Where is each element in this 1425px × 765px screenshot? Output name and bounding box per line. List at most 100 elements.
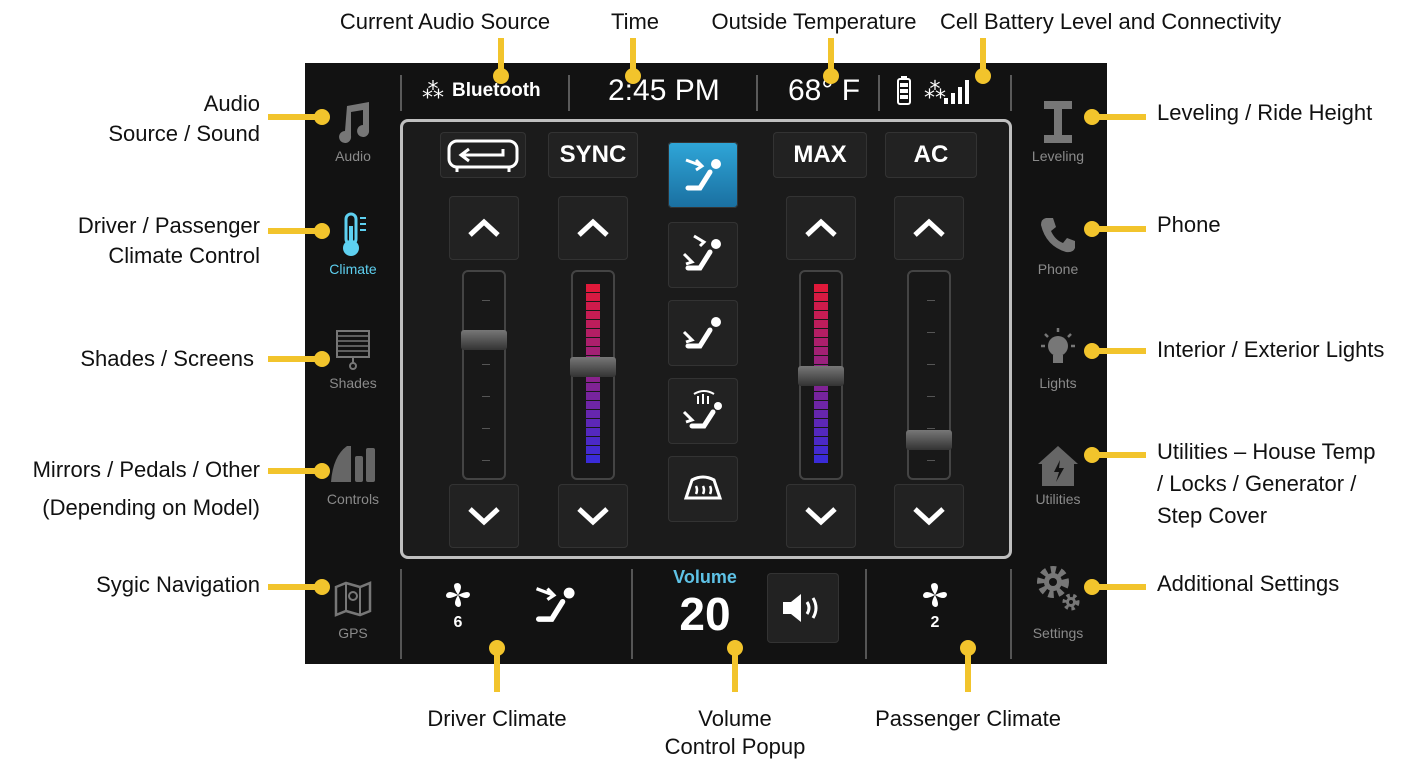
passenger-temp-down-button[interactable] — [786, 484, 856, 548]
temp-level-segment — [586, 419, 600, 427]
battery-icon — [897, 76, 911, 105]
passenger-fan-up-button[interactable] — [894, 196, 964, 260]
svg-text:⁂: ⁂ — [924, 79, 946, 104]
audio-source-status[interactable]: ⁂ Bluetooth — [422, 63, 541, 119]
chevron-up-icon — [468, 218, 500, 237]
slider-tick — [482, 396, 490, 397]
fan-icon — [923, 583, 947, 607]
slider-tick — [482, 364, 490, 365]
nav-label: Audio — [335, 148, 371, 164]
divider — [631, 569, 633, 659]
passenger-fan-slider[interactable] — [906, 270, 952, 480]
driver-fan-up-button[interactable] — [449, 196, 519, 260]
slider-tick — [927, 364, 935, 365]
temp-level-segment — [586, 311, 600, 319]
passenger-climate-fan[interactable]: 2 — [915, 581, 955, 632]
sync-button[interactable]: SYNC — [548, 132, 638, 178]
clock: 2:45 PM — [608, 74, 720, 107]
callout-additional-settings: Additional Settings — [1157, 571, 1340, 596]
nav-audio[interactable]: Audio — [305, 98, 401, 164]
slider-thumb[interactable] — [570, 357, 616, 377]
face-vent-icon — [535, 587, 575, 622]
shade-icon — [335, 325, 371, 373]
chevron-up-icon — [577, 218, 609, 237]
temp-level-segment — [586, 383, 600, 391]
passenger-temp-up-button[interactable] — [786, 196, 856, 260]
passenger-temp-slider[interactable] — [798, 270, 844, 480]
mode-face-button[interactable] — [668, 142, 738, 208]
temp-level-segment — [586, 320, 600, 328]
callout-volume-line2: Control Popup — [664, 734, 806, 759]
slider-tick — [927, 460, 935, 461]
thermometer-icon — [338, 211, 368, 259]
signal-icon: ⁂ — [924, 79, 969, 104]
temp-level-segment — [586, 293, 600, 301]
temp-level-segment — [814, 419, 828, 427]
mode-defrost-button[interactable] — [668, 456, 738, 522]
slider-thumb[interactable] — [906, 430, 952, 450]
mode-floor-button[interactable] — [668, 300, 738, 366]
slider-thumb[interactable] — [461, 330, 507, 350]
chevron-down-icon — [913, 507, 945, 526]
slider-tick — [927, 396, 935, 397]
temp-level-segment — [814, 401, 828, 409]
volume-label: Volume — [673, 567, 737, 587]
nav-label: Settings — [1032, 625, 1084, 641]
divider — [865, 569, 867, 659]
music-note-icon — [333, 98, 373, 146]
face-floor-vent-icon — [682, 234, 721, 271]
chevron-up-icon — [805, 218, 837, 237]
ac-button[interactable]: AC — [885, 132, 977, 178]
driver-fan-slider[interactable] — [461, 270, 507, 480]
temp-level-segment — [814, 320, 828, 328]
volume-button[interactable] — [767, 573, 839, 643]
nav-label: Shades — [329, 375, 377, 391]
mode-face-floor-button[interactable] — [668, 222, 738, 288]
temp-level-segment — [586, 437, 600, 445]
temp-level-segment — [586, 329, 600, 337]
mode-defrost-floor-button[interactable] — [668, 378, 738, 444]
nav-label: Lights — [1039, 375, 1077, 391]
nav-climate[interactable]: Climate — [305, 211, 401, 277]
callout-mirrors-line1: Mirrors / Pedals / Other — [32, 457, 260, 482]
divider — [878, 75, 880, 111]
temp-level-segment — [586, 284, 600, 292]
max-button[interactable]: MAX — [773, 132, 867, 178]
callout-leveling: Leveling / Ride Height — [1157, 100, 1373, 125]
driver-airflow-indicator[interactable] — [530, 579, 580, 636]
divider — [400, 569, 402, 659]
slider-tick — [482, 460, 490, 461]
face-vent-icon — [685, 158, 721, 191]
recirculate-button[interactable] — [440, 132, 526, 178]
slider-tick — [482, 300, 490, 301]
driver-temp-up-button[interactable] — [558, 196, 628, 260]
nav-leveling[interactable]: Leveling — [1010, 98, 1106, 164]
callout-current-audio-source: Current Audio Source — [339, 9, 551, 34]
fan-icon — [446, 583, 470, 607]
slider-thumb[interactable] — [798, 366, 844, 386]
passenger-fan-down-button[interactable] — [894, 484, 964, 548]
floor-vent-icon — [682, 317, 721, 349]
volume-value: 20 — [679, 588, 731, 640]
callout-cell-battery: Cell Battery Level and Connectivity — [940, 9, 1282, 34]
volume-popup[interactable]: Volume 20 — [660, 567, 750, 640]
callout-driver-climate: Driver Climate — [427, 706, 567, 731]
temp-level-segment — [814, 392, 828, 400]
driver-fan-down-button[interactable] — [449, 484, 519, 548]
speaker-icon — [783, 594, 818, 622]
temp-level-segment — [814, 302, 828, 310]
driver-temp-down-button[interactable] — [558, 484, 628, 548]
driver-climate-fan[interactable]: 6 — [438, 581, 478, 632]
chevron-down-icon — [468, 507, 500, 526]
defrost-floor-vent-icon — [682, 390, 722, 429]
nav-settings[interactable]: Settings — [1010, 553, 1106, 641]
map-icon — [333, 575, 373, 623]
nav-label: Phone — [1037, 261, 1079, 277]
callout-audio-line1: Audio — [203, 91, 260, 116]
temp-level-segment — [814, 338, 828, 346]
driver-temp-slider[interactable] — [570, 270, 616, 480]
temp-level-segment — [814, 284, 828, 292]
bluetooth-icon: ⁂ — [422, 78, 444, 103]
callout-mirrors-line2: (Depending on Model) — [42, 495, 260, 520]
cell-status: ⁂ — [896, 63, 976, 119]
